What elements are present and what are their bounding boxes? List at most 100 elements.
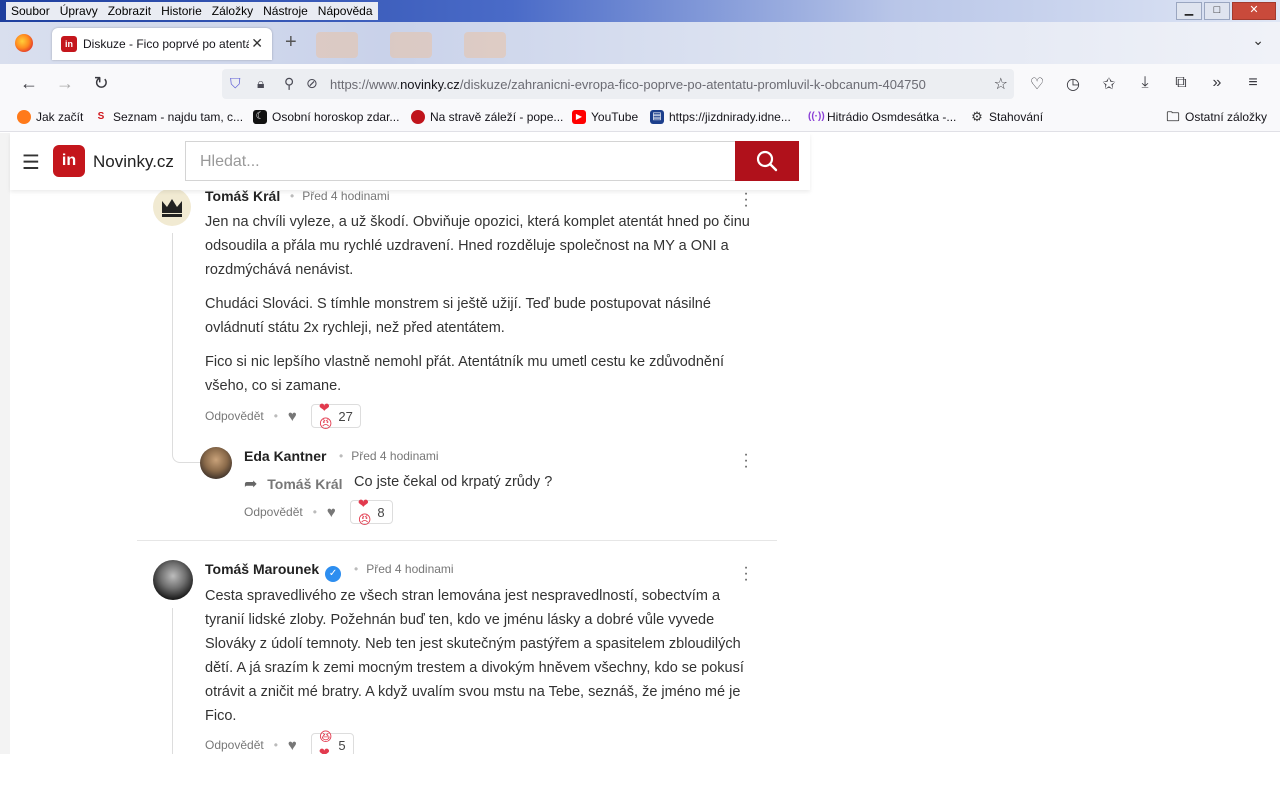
comment-more-icon[interactable]: · · · — [743, 447, 749, 475]
reactions-button[interactable]: 😆❤ 5 — [310, 729, 354, 754]
comment-author[interactable]: Eda Kantner — [244, 448, 326, 464]
comment-author[interactable]: Tomáš Král — [205, 188, 280, 204]
comment-paragraph: Fico si nic lepšího vlastně nemohl přát.… — [205, 354, 725, 394]
bookmark-na-strave-zalezi[interactable]: Na stravě záleží - pope... — [411, 110, 563, 124]
like-heart-icon[interactable]: ♥ — [288, 737, 297, 754]
reply-button[interactable]: Odpovědět — [244, 505, 303, 519]
pocket-icon[interactable]: ♡ — [1027, 74, 1047, 94]
avatar — [200, 447, 232, 479]
minimize-button[interactable]: ▁ — [1176, 2, 1202, 20]
reply-to-author: Tomáš Král — [267, 476, 343, 492]
menu-history[interactable]: Historie — [156, 2, 207, 20]
bookmark-label: YouTube — [591, 110, 639, 124]
comment-text: Co jste čekal od krpatý zrůdy ? — [354, 474, 553, 490]
search-button[interactable] — [735, 141, 799, 181]
hamburger-menu-icon[interactable]: ≡ — [1243, 74, 1263, 92]
comment-actions: Odpovědět • ♥ ❤😠 8 — [244, 496, 393, 527]
avatar — [153, 560, 193, 600]
gear-icon: ⚙ — [971, 109, 983, 124]
comment-author[interactable]: Tomáš Marounek ✓ — [205, 561, 342, 582]
bookmark-label: Ostatní záložky — [1185, 110, 1268, 124]
page-content: Tomáš Král Před 4 hodinami ··· Jen na ch… — [0, 133, 1280, 754]
bookmark-stahovani[interactable]: ⚙ Stahování — [970, 109, 1044, 125]
permissions-icon[interactable]: ⚲ — [284, 75, 294, 92]
comment-actions: Odpovědět • ♥ ❤😠 27 — [205, 400, 361, 431]
browser-window: Soubor Úpravy Zobrazit Historie Záložky … — [0, 0, 1280, 800]
reaction-emoji-icon: ❤😠 — [357, 496, 372, 527]
reply-button[interactable]: Odpovědět — [205, 409, 264, 423]
bookmark-youtube[interactable]: ▶ YouTube — [572, 110, 638, 124]
comment-actions: Odpovědět • ♥ 😆❤ 5 — [205, 729, 354, 754]
site-menu-icon[interactable]: ☰ — [22, 150, 40, 175]
url-text[interactable]: https://www.novinky.cz/diskuze/zahranicn… — [330, 77, 980, 92]
new-tab-button[interactable]: + — [285, 31, 297, 54]
like-heart-icon[interactable]: ♥ — [327, 504, 336, 521]
bookmark-jizdnirady[interactable]: ▤ https://jizdnirady.idne... — [650, 110, 791, 124]
reactions-button[interactable]: ❤😠 27 — [310, 400, 361, 431]
background-image-blur — [464, 32, 506, 58]
tab-diskuze[interactable]: in Diskuze - Fico poprvé po atentátu ✕ — [52, 28, 272, 60]
url-prefix: https://www. — [330, 77, 401, 92]
lips-icon — [411, 110, 425, 124]
reply-to[interactable]: ➦ Tomáš Král — [244, 474, 343, 494]
site-logo-text[interactable]: Novinky.cz — [93, 152, 174, 172]
shield-icon[interactable]: ⛉ — [230, 75, 241, 92]
close-window-button[interactable]: ✕ — [1232, 2, 1276, 20]
bookmark-label: Seznam - najdu tam, c... — [113, 110, 244, 124]
downloads-icon[interactable]: ⤓ — [1135, 74, 1155, 92]
crown-icon — [162, 199, 182, 217]
page-icon: ▤ — [650, 110, 664, 124]
comment-more-icon[interactable]: · · · — [743, 186, 749, 214]
thread-line — [172, 233, 173, 455]
list-all-tabs-chevron-icon[interactable]: ⌄ — [1252, 32, 1264, 49]
bookmark-hitradio[interactable]: ((·)) Hitrádio Osmdesátka -... — [808, 110, 956, 124]
tracking-off-icon[interactable]: ⊘ — [306, 75, 318, 92]
bookmark-horoskop[interactable]: ☾ Osobní horoskop zdar... — [253, 110, 399, 124]
reply-button[interactable]: Odpovědět — [205, 738, 264, 752]
comment-more-icon[interactable]: · · · — [743, 560, 749, 588]
back-arrow-icon[interactable]: ← — [18, 73, 40, 94]
like-heart-icon[interactable]: ♥ — [288, 408, 297, 425]
comment-body: Jen na chvíli vyleze, a už škodí. Obviňu… — [205, 210, 765, 408]
novinky-logo-icon[interactable]: in — [53, 145, 85, 177]
bookmark-seznam[interactable]: S Seznam - najdu tam, c... — [94, 110, 243, 124]
extensions-icon[interactable]: ⧉ — [1171, 74, 1191, 92]
bookmark-label: Osobní horoskop zdar... — [272, 110, 400, 124]
thread-line — [172, 608, 173, 754]
menu-edit[interactable]: Úpravy — [55, 2, 103, 20]
menu-bookmarks[interactable]: Záložky — [207, 2, 258, 20]
bookmark-star-icon[interactable]: ☆ — [994, 74, 1008, 94]
bookmark-label: Stahování — [989, 110, 1044, 124]
maximize-button[interactable]: □ — [1204, 2, 1230, 20]
bookmark-ostatni-zalozky[interactable]: 🗀 Ostatní záložky — [1166, 110, 1268, 125]
search-icon — [756, 150, 778, 172]
background-image-blur — [390, 32, 432, 58]
forward-arrow-icon[interactable]: → — [54, 73, 76, 94]
reaction-emoji-icon: ❤😠 — [318, 400, 333, 431]
url-bar[interactable]: ⛉ 🔒︎ ⚲ ⊘ https://www.novinky.cz/diskuze/… — [222, 69, 1014, 99]
menu-tools[interactable]: Nástroje — [258, 2, 313, 20]
firefox-view-button[interactable] — [12, 32, 38, 54]
firefox-icon — [17, 110, 31, 124]
tab-close-icon[interactable]: ✕ — [251, 35, 263, 52]
bookmark-jak-zacit[interactable]: Jak začít — [17, 110, 83, 124]
thread-connector — [172, 455, 200, 463]
moon-icon: ☾ — [253, 110, 267, 124]
overflow-chevrons-icon[interactable]: » — [1207, 74, 1227, 92]
search-input[interactable]: Hledat... — [185, 141, 735, 181]
menu-help[interactable]: Nápověda — [313, 2, 378, 20]
tab-title: Diskuze - Fico poprvé po atentátu — [83, 37, 249, 51]
lock-icon[interactable]: 🔒︎ — [257, 75, 264, 92]
history-icon[interactable]: ◷ — [1063, 74, 1083, 94]
novinky-favicon-icon: in — [61, 36, 77, 52]
separator-dot: • — [273, 409, 278, 423]
bookmark-label: Hitrádio Osmdesátka -... — [827, 110, 957, 124]
comment-paragraph: Cesta spravedlivého ze všech stran lemov… — [205, 588, 744, 724]
reload-icon[interactable]: ↻ — [90, 73, 112, 94]
menu-view[interactable]: Zobrazit — [103, 2, 156, 20]
reactions-button[interactable]: ❤😠 8 — [349, 496, 393, 527]
tab-bar: in Diskuze - Fico poprvé po atentátu ✕ +… — [0, 22, 1280, 64]
site-header: ☰ in Novinky.cz Hledat... — [10, 133, 810, 190]
menu-file[interactable]: Soubor — [6, 2, 55, 20]
bookmarks-menu-icon[interactable]: ✩ — [1099, 74, 1119, 94]
